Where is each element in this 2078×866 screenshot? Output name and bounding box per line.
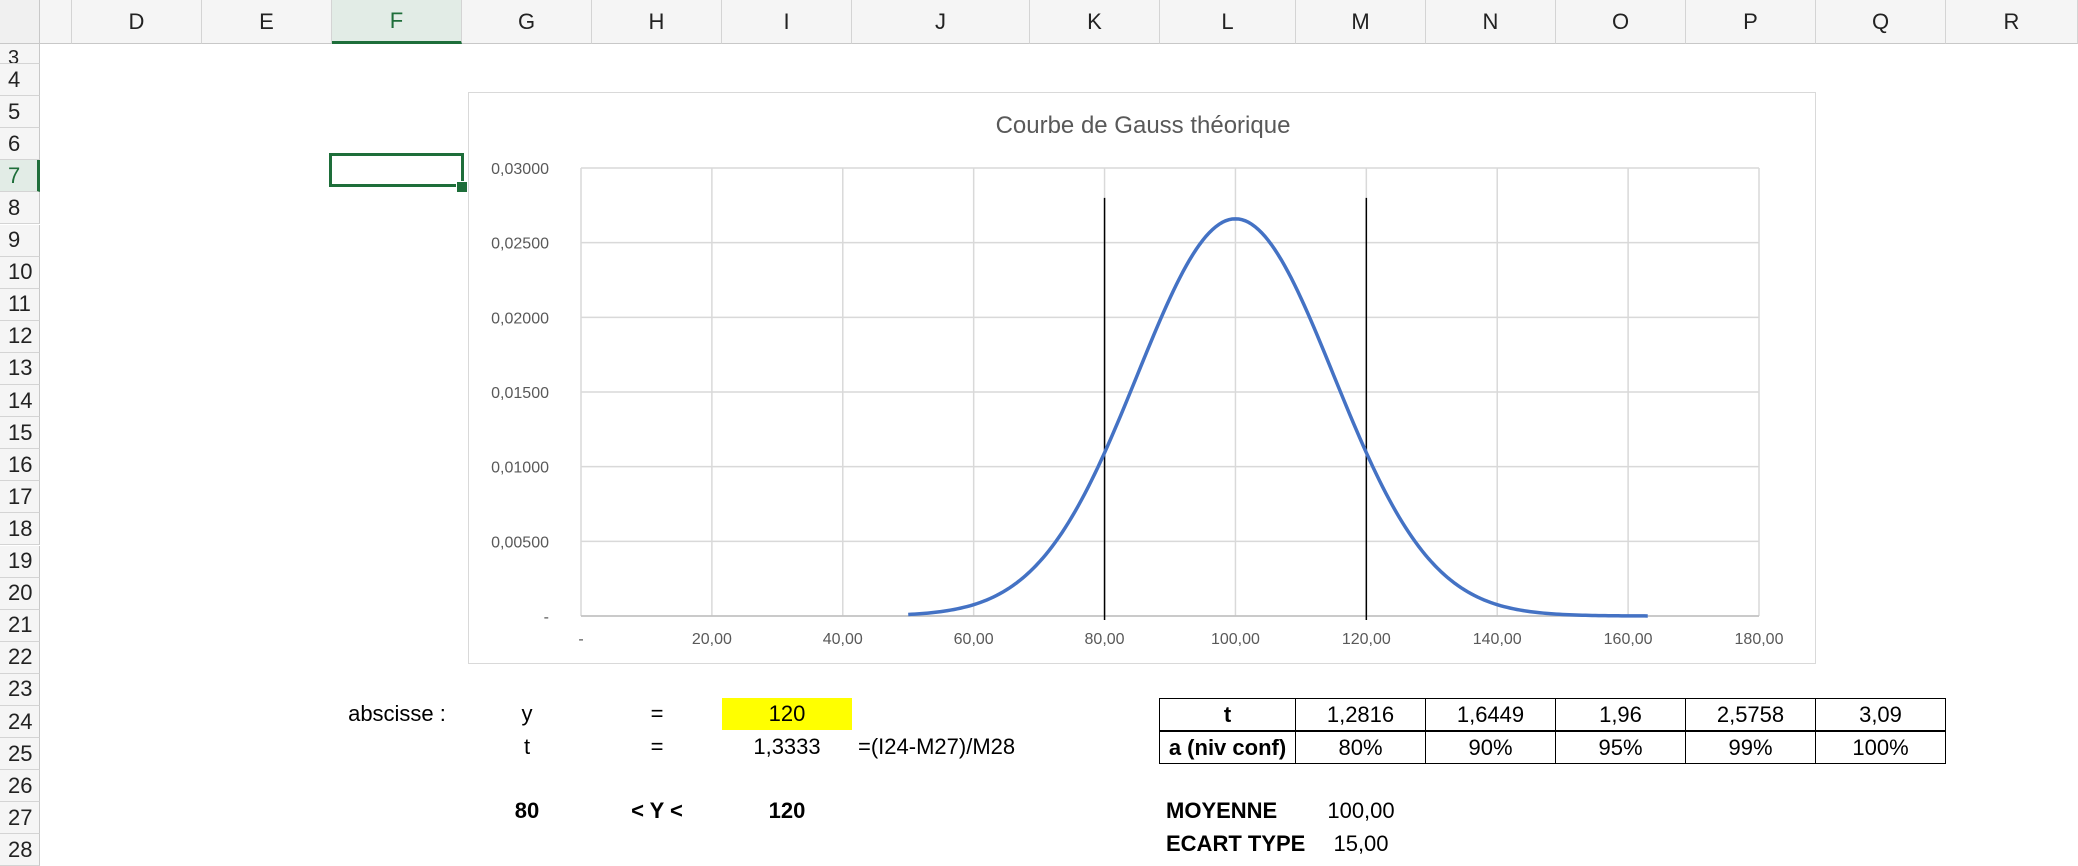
- gauss-chart[interactable]: Courbe de Gauss théorique - 0,00500 0,01000…: [468, 92, 1816, 664]
- a-header[interactable]: a (niv conf): [1159, 731, 1296, 764]
- row-header-5[interactable]: 5: [0, 96, 40, 129]
- interval-symbol[interactable]: < Y <: [592, 795, 722, 827]
- row-header-14[interactable]: 14: [0, 385, 40, 418]
- row-header-10[interactable]: 10: [0, 256, 40, 289]
- row-header-26[interactable]: 26: [0, 770, 40, 803]
- column-header-l[interactable]: L: [1160, 0, 1296, 44]
- column-header-m[interactable]: M: [1296, 0, 1426, 44]
- column-header-h[interactable]: H: [592, 0, 722, 44]
- chart-title: Courbe de Gauss théorique: [996, 112, 1291, 139]
- row-header-9[interactable]: 9: [0, 224, 40, 257]
- row-header-7[interactable]: 7: [0, 160, 40, 193]
- row-header-12[interactable]: 12: [0, 320, 40, 353]
- t-value-cell[interactable]: 2,5758: [1685, 698, 1816, 731]
- row-header-13[interactable]: 13: [0, 352, 40, 385]
- t-label[interactable]: t: [462, 731, 592, 763]
- y-tick-label: 0,00500: [491, 534, 549, 551]
- a-value-cell[interactable]: 95%: [1555, 731, 1686, 764]
- x-tick-label: 40,00: [823, 631, 863, 648]
- column-header-r[interactable]: R: [1946, 0, 2078, 44]
- t-value-cell[interactable]: 1,96: [1555, 698, 1686, 731]
- column-header-i[interactable]: I: [722, 0, 852, 44]
- x-tick-label: -: [578, 631, 583, 648]
- a-value-cell[interactable]: 100%: [1815, 731, 1946, 764]
- row-header-15[interactable]: 15: [0, 417, 40, 450]
- x-tick-label: 160,00: [1604, 631, 1653, 648]
- formula-text[interactable]: =(I24-M27)/M28: [852, 731, 1032, 763]
- row-header-18[interactable]: 18: [0, 513, 40, 546]
- row-header-23[interactable]: 23: [0, 673, 40, 706]
- y-tick-label: -: [544, 609, 549, 626]
- t-value-cell[interactable]: 3,09: [1815, 698, 1946, 731]
- y-value-input[interactable]: 120: [722, 698, 852, 730]
- row-header-25[interactable]: 25: [0, 738, 40, 771]
- column-header-c[interactable]: [40, 0, 72, 44]
- ecart-type-label[interactable]: ECART TYPE: [1160, 828, 1305, 860]
- row-header-22[interactable]: 22: [0, 641, 40, 674]
- gauss-curve: [908, 217, 1648, 618]
- interval-upper[interactable]: 120: [722, 795, 852, 827]
- moyenne-label[interactable]: MOYENNE: [1160, 795, 1296, 827]
- x-tick-label: 100,00: [1211, 631, 1260, 648]
- active-cell-f7[interactable]: [329, 153, 464, 187]
- row-header-27[interactable]: 27: [0, 802, 40, 835]
- y-tick-label: 0,01500: [491, 385, 549, 402]
- row-header-24[interactable]: 24: [0, 706, 40, 739]
- equals-1[interactable]: =: [592, 698, 722, 730]
- x-tick-label: 20,00: [692, 631, 732, 648]
- select-all-corner[interactable]: [0, 0, 40, 44]
- column-header-o[interactable]: O: [1556, 0, 1686, 44]
- ecart-type-value[interactable]: 15,00: [1296, 828, 1426, 860]
- t-value-cell[interactable]: 1,6449: [1425, 698, 1556, 731]
- row-header-17[interactable]: 17: [0, 481, 40, 514]
- x-tick-label: 60,00: [954, 631, 994, 648]
- column-header-k[interactable]: K: [1030, 0, 1160, 44]
- y-label[interactable]: y: [462, 698, 592, 730]
- moyenne-value[interactable]: 100,00: [1296, 795, 1426, 827]
- row-header-8[interactable]: 8: [0, 192, 40, 225]
- interval-lower[interactable]: 80: [462, 795, 592, 827]
- t-header[interactable]: t: [1159, 698, 1296, 731]
- row-header-6[interactable]: 6: [0, 128, 40, 161]
- column-header-f[interactable]: F: [332, 0, 462, 44]
- column-header-n[interactable]: N: [1426, 0, 1556, 44]
- row-header-28[interactable]: 28: [0, 834, 40, 866]
- column-header-d[interactable]: D: [72, 0, 202, 44]
- chart-svg: Courbe de Gauss théorique - 0,00500 0,01000…: [491, 112, 1784, 648]
- row-header-16[interactable]: 16: [0, 449, 40, 482]
- row-header-19[interactable]: 19: [0, 545, 40, 578]
- y-tick-label: 0,03000: [491, 161, 549, 178]
- equals-2[interactable]: =: [592, 731, 722, 763]
- column-header-g[interactable]: G: [462, 0, 592, 44]
- row-header-11[interactable]: 11: [0, 288, 40, 321]
- x-tick-label: 140,00: [1473, 631, 1522, 648]
- a-value-cell[interactable]: 90%: [1425, 731, 1556, 764]
- a-value-cell[interactable]: 99%: [1685, 731, 1816, 764]
- column-header-e[interactable]: E: [202, 0, 332, 44]
- a-value-cell[interactable]: 80%: [1295, 731, 1426, 764]
- row-header-3[interactable]: 3: [0, 44, 40, 64]
- column-header-j[interactable]: J: [852, 0, 1030, 44]
- x-tick-label: 120,00: [1342, 631, 1391, 648]
- row-header-4[interactable]: 4: [0, 64, 40, 97]
- y-tick-label: 0,02500: [491, 236, 549, 253]
- y-tick-label: 0,01000: [491, 460, 549, 477]
- abscisse-label[interactable]: abscisse :: [329, 698, 465, 730]
- x-tick-label: 80,00: [1085, 631, 1125, 648]
- t-value[interactable]: 1,3333: [722, 731, 852, 763]
- x-tick-label: 180,00: [1735, 631, 1784, 648]
- y-tick-label: 0,02000: [491, 310, 549, 327]
- column-header-q[interactable]: Q: [1816, 0, 1946, 44]
- column-header-p[interactable]: P: [1686, 0, 1816, 44]
- fill-handle[interactable]: [456, 181, 468, 193]
- row-header-20[interactable]: 20: [0, 577, 40, 610]
- row-header-21[interactable]: 21: [0, 609, 40, 642]
- t-value-cell[interactable]: 1,2816: [1295, 698, 1426, 731]
